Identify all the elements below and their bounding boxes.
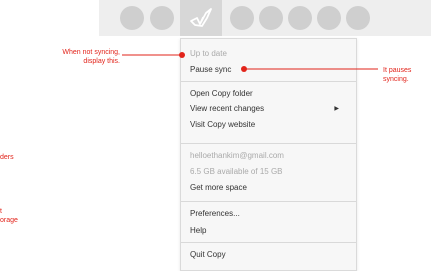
annotation-dot xyxy=(179,52,185,58)
annotation-connectors xyxy=(122,52,378,72)
annotation-dot xyxy=(241,66,247,72)
annotation-partial-2a: t xyxy=(0,208,2,215)
annotation-pauses: It pauses syncing. xyxy=(383,66,411,84)
annotation-pauses-line2: syncing. xyxy=(383,76,409,83)
annotation-pauses-line1: It pauses xyxy=(383,67,412,74)
annotation-partial-2b: orage xyxy=(0,217,18,224)
annotation-partial-1: ders xyxy=(0,154,14,161)
annotation-not-syncing: When not syncing, display this. xyxy=(20,48,120,66)
annotation-not-syncing-line1: When not syncing, xyxy=(62,49,120,56)
annotation-not-syncing-line2: display this. xyxy=(83,58,120,65)
